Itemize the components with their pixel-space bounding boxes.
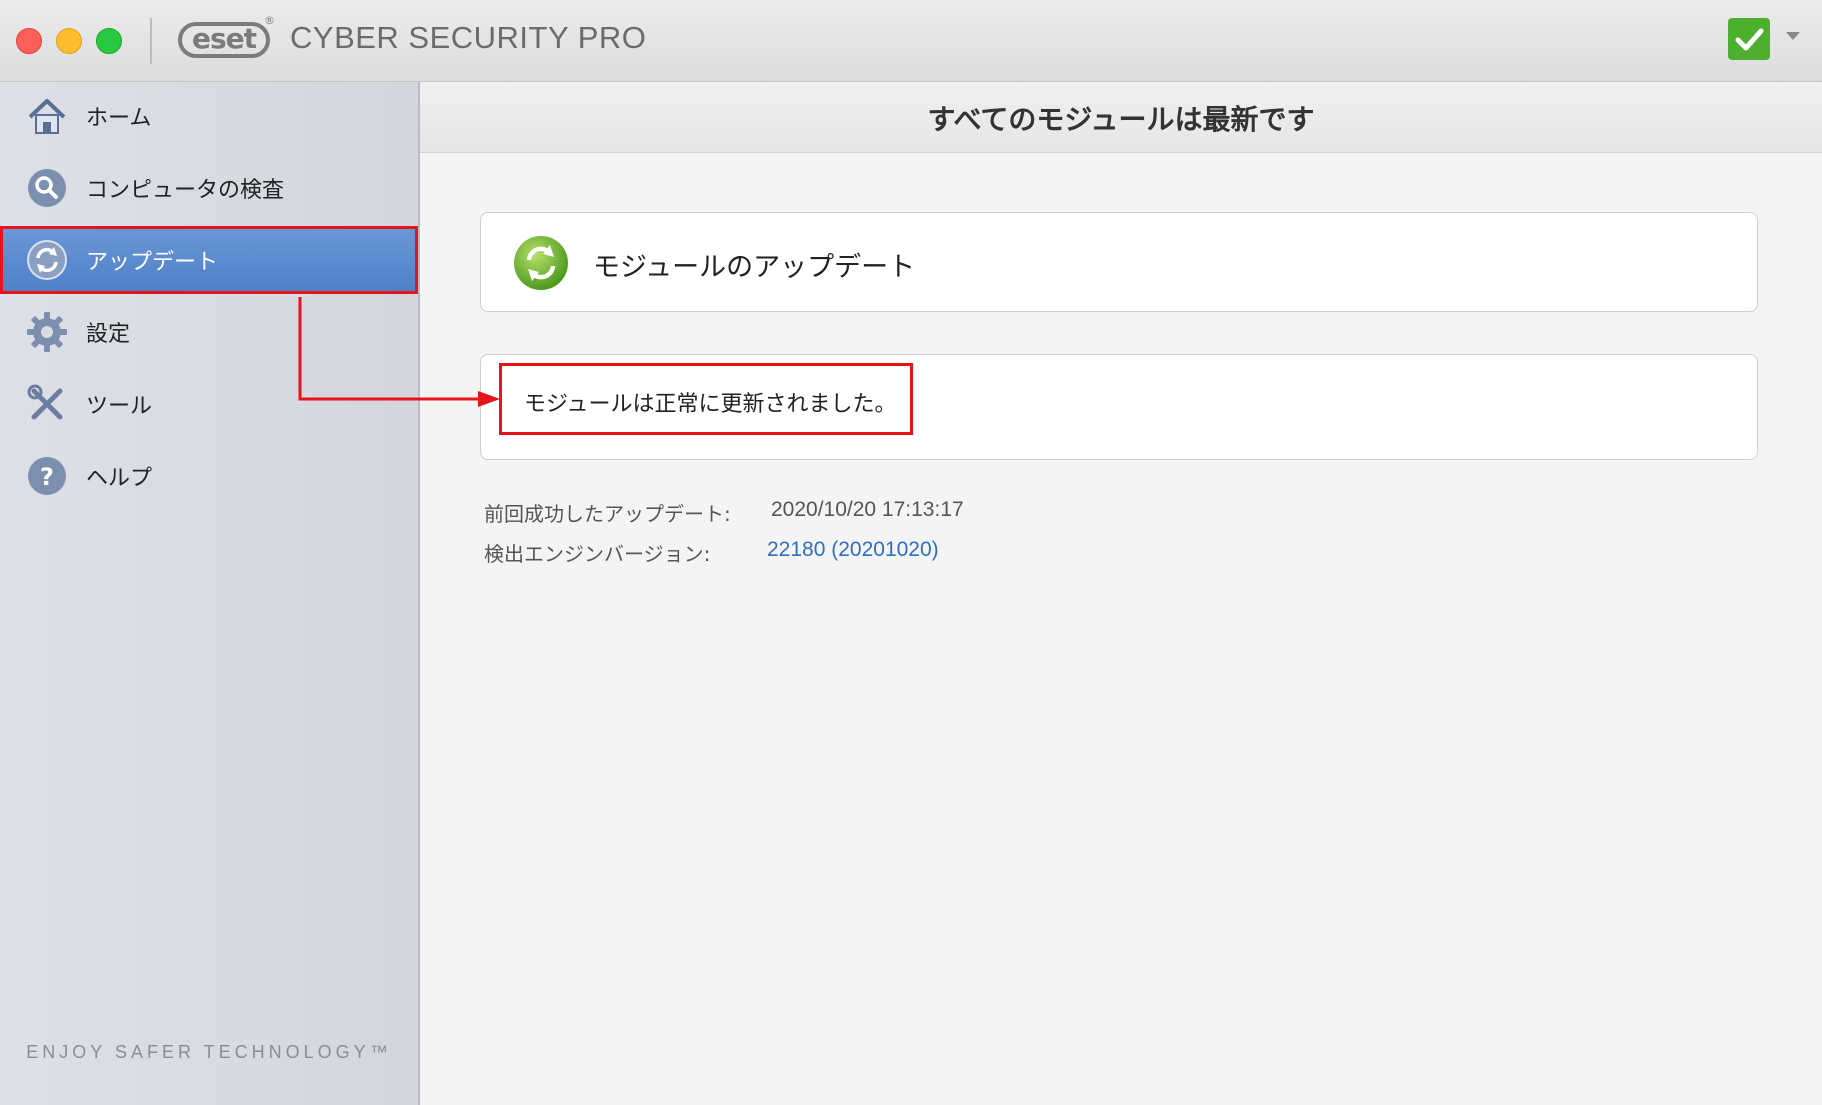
main-header: すべてのモジュールは最新です (420, 82, 1822, 153)
sidebar-item-settings[interactable]: 設定 (0, 298, 418, 366)
module-update-label: モジュールのアップデート (593, 252, 916, 283)
update-icon (514, 236, 568, 290)
last-update-value: 2020/10/20 17:13:17 (771, 498, 964, 521)
search-icon (28, 169, 66, 207)
check-icon (1735, 28, 1764, 51)
chevron-down-icon[interactable] (1786, 32, 1800, 40)
engine-version-label: 検出エンジンバージョン: (484, 542, 711, 566)
module-update-button[interactable]: モジュールのアップデート (480, 212, 1758, 312)
sidebar-item-scan[interactable]: コンピュータの検査 (0, 154, 418, 222)
home-icon (28, 99, 66, 134)
sidebar-item-label: 設定 (86, 322, 131, 347)
title-divider (150, 18, 152, 64)
highlight-box: モジュールは正常に更新されました。 (499, 363, 913, 435)
last-update-label: 前回成功したアップデート: (484, 502, 731, 526)
sidebar-item-label: コンピュータの検査 (86, 178, 285, 203)
gear-icon (27, 312, 67, 352)
app-title: CYBER SECURITY PRO (290, 20, 647, 55)
svg-text:?: ? (40, 463, 54, 491)
sidebar: ホーム コンピュータの検査 アップデート 設定 ツール ? ヘルプ ENJOY … (0, 82, 420, 1105)
sidebar-item-label: ホーム (86, 106, 152, 131)
registered-mark: ® (264, 14, 275, 27)
engine-version-link[interactable]: 22180 (20201020) (767, 538, 939, 562)
sidebar-item-home[interactable]: ホーム (0, 82, 418, 150)
close-window-button[interactable] (16, 28, 42, 54)
main-panel: すべてのモジュールは最新です モジュールのアップデート モジュールは正常に更新さ… (420, 82, 1822, 1105)
title-bar: eset ® CYBER SECURITY PRO (0, 0, 1822, 82)
sidebar-item-help[interactable]: ? ヘルプ (0, 442, 418, 510)
eset-logo: eset (178, 22, 270, 58)
page-title: すべてのモジュールは最新です (927, 103, 1315, 136)
minimize-window-button[interactable] (56, 28, 82, 54)
sidebar-item-label: アップデート (86, 250, 219, 275)
tagline: ENJOY SAFER TECHNOLOGY™ (26, 1042, 392, 1062)
sidebar-item-label: ツール (86, 394, 153, 419)
sidebar-item-label: ヘルプ (86, 466, 153, 491)
update-icon (27, 240, 67, 280)
status-message-card: モジュールは正常に更新されました。 (480, 354, 1758, 460)
protection-status-button[interactable] (1728, 18, 1770, 60)
tools-icon (27, 384, 63, 420)
sidebar-item-update[interactable]: アップデート (0, 226, 418, 294)
maximize-window-button[interactable] (96, 28, 122, 54)
status-message: モジュールは正常に更新されました。 (524, 392, 897, 417)
sidebar-item-tools[interactable]: ツール (0, 370, 418, 438)
help-icon: ? (28, 457, 66, 495)
